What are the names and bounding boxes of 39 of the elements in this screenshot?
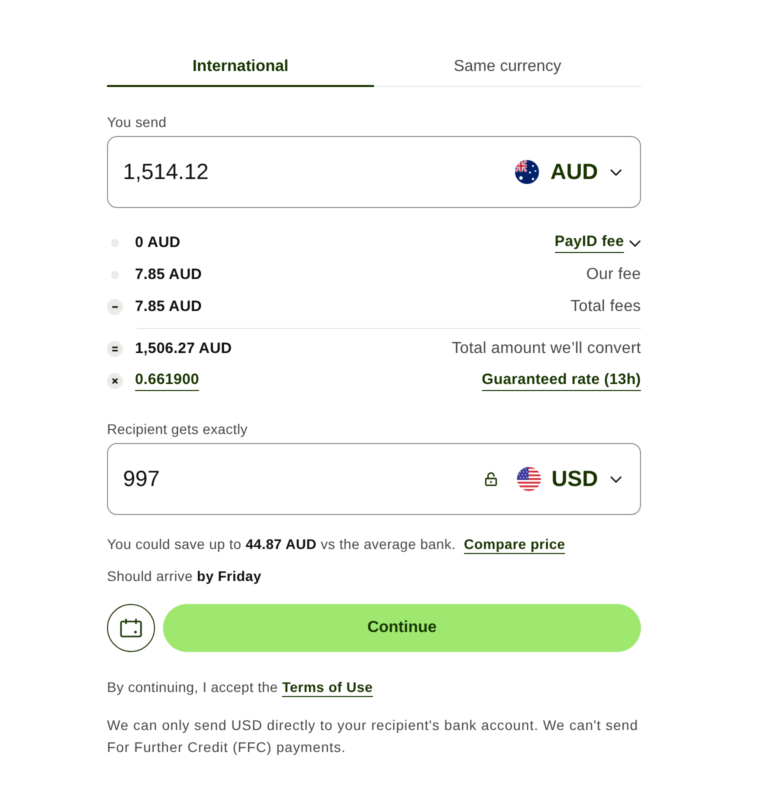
receive-amount-field[interactable]: 997 USD xyxy=(107,443,641,515)
us-flag-icon xyxy=(516,467,541,491)
fee-label: Total fees xyxy=(570,298,641,316)
unlocked-padlock-icon xyxy=(484,472,497,486)
rate-lock-button[interactable] xyxy=(484,472,497,486)
continue-button[interactable]: Continue xyxy=(163,604,641,652)
multiply-icon xyxy=(107,373,123,389)
guaranteed-rate-link[interactable]: Guaranteed rate (13h) xyxy=(482,371,641,391)
equals-icon xyxy=(107,341,123,357)
field-label: You send xyxy=(107,113,168,132)
dot-icon xyxy=(111,239,119,247)
exchange-rate-link[interactable]: 0.661900 xyxy=(135,371,200,391)
fee-type-dropdown[interactable]: PayID fee xyxy=(554,233,641,253)
chevron-down-icon xyxy=(629,240,641,246)
amount-text: 1,506.27 AUD xyxy=(135,340,232,358)
tab[interactable]: International xyxy=(107,49,374,87)
calendar-icon xyxy=(120,618,142,638)
amount-text: 7.85 AUD xyxy=(135,266,202,284)
savings-text: You could save up to 44.87 AUD vs the average bank. Compare price xyxy=(107,535,566,554)
currency-selector[interactable]: USD xyxy=(516,466,622,492)
note-text: We can only send USD directly to your recipient's bank account. We can't send For Further Credit (FFC) payments. xyxy=(107,716,640,757)
australian-flag-icon xyxy=(515,160,540,184)
arrival-text: Should arrive by Friday xyxy=(107,567,262,586)
fee-label: Total amount we’ll convert xyxy=(452,340,641,358)
amount-text: 7.85 AUD xyxy=(135,298,202,316)
terms-of-use-link[interactable]: Terms of Use xyxy=(282,679,373,697)
chevron-down-icon xyxy=(610,476,622,482)
minus-icon xyxy=(107,299,123,315)
currency-selector[interactable]: AUD xyxy=(515,159,622,185)
terms-text: By continuing, I accept the Terms of Use xyxy=(107,678,374,697)
dot-icon xyxy=(111,271,119,279)
amount-text: 0 AUD xyxy=(135,234,180,252)
tab[interactable]: Same currency xyxy=(374,49,641,87)
chevron-down-icon xyxy=(610,168,622,176)
fee-label: Our fee xyxy=(586,266,641,284)
send-amount-field[interactable]: 1,514.12 AUD xyxy=(107,136,641,208)
compare-price-link[interactable]: Compare price xyxy=(464,536,566,554)
schedule-button[interactable] xyxy=(107,604,155,652)
field-label: Recipient gets exactly xyxy=(107,420,249,439)
